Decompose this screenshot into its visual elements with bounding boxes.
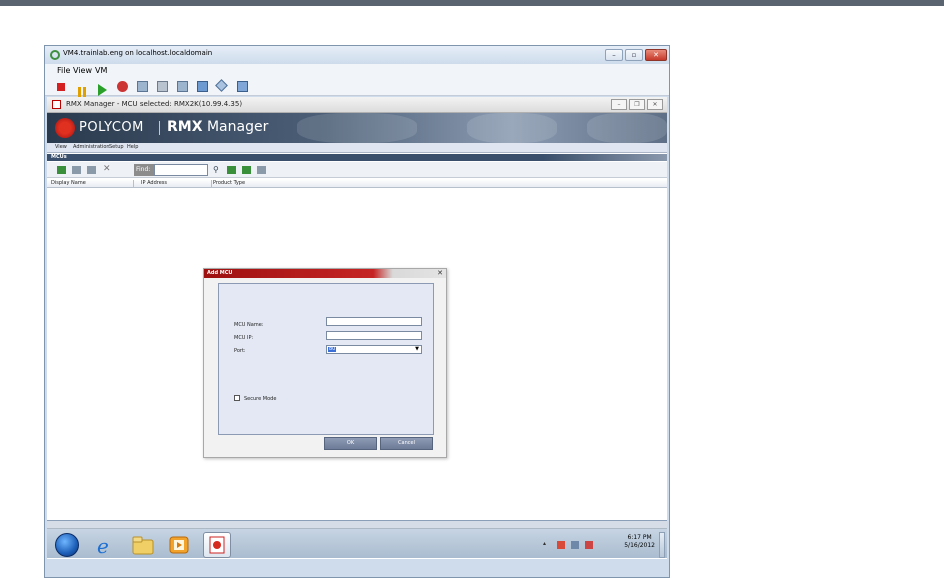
mcu-ip-input[interactable] — [326, 331, 422, 340]
host-top-bar — [0, 0, 944, 6]
dialog-title-bar[interactable]: Add MCU ✕ — [204, 269, 446, 278]
secure-mode-checkbox[interactable] — [234, 395, 240, 401]
snapshot-manager-icon[interactable] — [177, 81, 188, 92]
menu-view[interactable]: View — [73, 66, 92, 75]
internet-explorer-icon[interactable]: e — [93, 534, 117, 558]
clock-date: 5/16/2012 — [624, 542, 655, 549]
edit-mcu-icon[interactable] — [72, 166, 81, 174]
tray-expand-icon[interactable]: ▴ — [543, 540, 551, 548]
dialog-close-icon[interactable]: ✕ — [437, 269, 443, 277]
show-desktop-button[interactable] — [659, 532, 665, 558]
pause-icon[interactable] — [77, 82, 88, 97]
rmx-menu-view[interactable]: View — [55, 144, 67, 150]
console-view-icon[interactable] — [197, 81, 208, 92]
vm-window-title: VM4.trainlab.eng on localhost.localdomai… — [63, 49, 213, 57]
system-clock[interactable]: 6:17 PM 5/16/2012 — [624, 534, 655, 550]
mcu-ip-label: MCU IP: — [234, 335, 254, 341]
product-name: RMX Manager — [167, 119, 269, 135]
close-icon[interactable]: ✕ — [645, 49, 667, 61]
polycom-banner: POLYCOM RMX Manager — [47, 113, 667, 143]
snapshot-icon[interactable] — [137, 81, 148, 92]
port-value: 80 — [328, 346, 337, 352]
rmx-menu-setup[interactable]: Setup — [109, 144, 124, 150]
vm-menu-bar: File View VM — [45, 64, 669, 78]
tray-volume-icon[interactable] — [585, 541, 593, 549]
delete-mcu-icon[interactable]: ✕ — [103, 164, 111, 174]
reset-icon[interactable] — [117, 81, 128, 92]
add-mcu-dialog: Add MCU ✕ MCU Name: MCU IP: Port: 80 ▼ S… — [203, 268, 447, 458]
clock-time: 6:17 PM — [627, 534, 652, 541]
menu-vm[interactable]: VM — [95, 66, 107, 75]
mcus-label: MCUs — [51, 154, 67, 160]
rmx-minimize-icon[interactable]: – — [611, 99, 627, 110]
menu-file[interactable]: File — [57, 66, 70, 75]
rmx-menu-bar: View Administration Setup Help — [47, 143, 667, 153]
tray-action-center-icon[interactable] — [557, 541, 565, 549]
guest-screen: RMX Manager - MCU selected: RMX2K(10.99.… — [47, 97, 667, 559]
restore-icon[interactable]: ▫ — [625, 49, 643, 61]
dialog-body: MCU Name: MCU IP: Port: 80 ▼ Secure Mode — [218, 283, 434, 435]
media-player-icon[interactable] — [167, 534, 191, 556]
polycom-logo-icon — [55, 118, 75, 138]
filter-icon[interactable] — [227, 166, 236, 174]
column-ip-address[interactable]: IP Address — [141, 180, 167, 186]
ok-button[interactable]: OK — [324, 437, 377, 450]
rmx-title-bar[interactable]: RMX Manager - MCU selected: RMX2K(10.99.… — [47, 97, 667, 113]
properties-icon[interactable] — [257, 166, 266, 174]
rmx-close-icon[interactable]: ✕ — [647, 99, 663, 110]
mcus-section-header: MCUs — [47, 154, 667, 161]
rmx-menu-help[interactable]: Help — [127, 144, 138, 150]
dialog-title: Add MCU — [207, 270, 233, 276]
dropdown-arrow-icon[interactable]: ▼ — [414, 347, 420, 352]
find-input[interactable] — [154, 164, 208, 176]
search-icon[interactable]: ⚲ — [213, 165, 219, 174]
rmx-menu-administration[interactable]: Administration — [73, 144, 110, 150]
unity-icon[interactable] — [237, 81, 248, 92]
rmx-restore-icon[interactable]: ❐ — [629, 99, 645, 110]
mcu-name-input[interactable] — [326, 317, 422, 326]
svg-text:e: e — [97, 534, 109, 556]
connect-mcu-icon[interactable] — [87, 166, 96, 174]
vm-window: VM4.trainlab.eng on localhost.localdomai… — [44, 45, 670, 578]
rmx-manager-taskbar-button[interactable] — [203, 532, 231, 558]
find-label: Find: — [134, 164, 154, 176]
port-select[interactable]: 80 ▼ — [326, 345, 422, 354]
minimize-icon[interactable]: – — [605, 49, 623, 61]
taskbar: e ▴ 6:17 PM 5/16/2012 — [47, 520, 667, 558]
vm-toolbar — [45, 78, 669, 97]
port-label: Port: — [234, 348, 246, 354]
refresh-icon[interactable] — [242, 166, 251, 174]
stop-icon[interactable] — [57, 83, 65, 91]
cancel-button[interactable]: Cancel — [380, 437, 433, 450]
start-button-icon[interactable] — [55, 533, 79, 557]
rmx-app-icon — [52, 100, 61, 109]
secure-mode-label[interactable]: Secure Mode — [244, 396, 276, 402]
file-explorer-icon[interactable] — [131, 534, 155, 556]
fullscreen-icon[interactable] — [215, 79, 228, 92]
tray-network-icon[interactable] — [571, 541, 579, 549]
play-icon[interactable] — [97, 81, 108, 96]
brand-name: POLYCOM — [79, 120, 144, 135]
taskbar-splitter — [47, 521, 667, 529]
column-product-type[interactable]: Product Type — [213, 180, 245, 186]
mcu-toolbar: ✕ Find: ⚲ — [47, 162, 667, 178]
vm-title-bar[interactable]: VM4.trainlab.eng on localhost.localdomai… — [45, 46, 669, 64]
add-mcu-icon[interactable] — [57, 166, 66, 174]
revert-snapshot-icon[interactable] — [157, 81, 168, 92]
rmx-window-title: RMX Manager - MCU selected: RMX2K(10.99.… — [66, 100, 243, 108]
column-display-name[interactable]: Display Name — [51, 180, 86, 186]
mcu-list-header: Display Name IP Address Product Type — [47, 179, 667, 188]
mcu-name-label: MCU Name: — [234, 322, 264, 328]
vm-app-icon — [50, 50, 60, 60]
